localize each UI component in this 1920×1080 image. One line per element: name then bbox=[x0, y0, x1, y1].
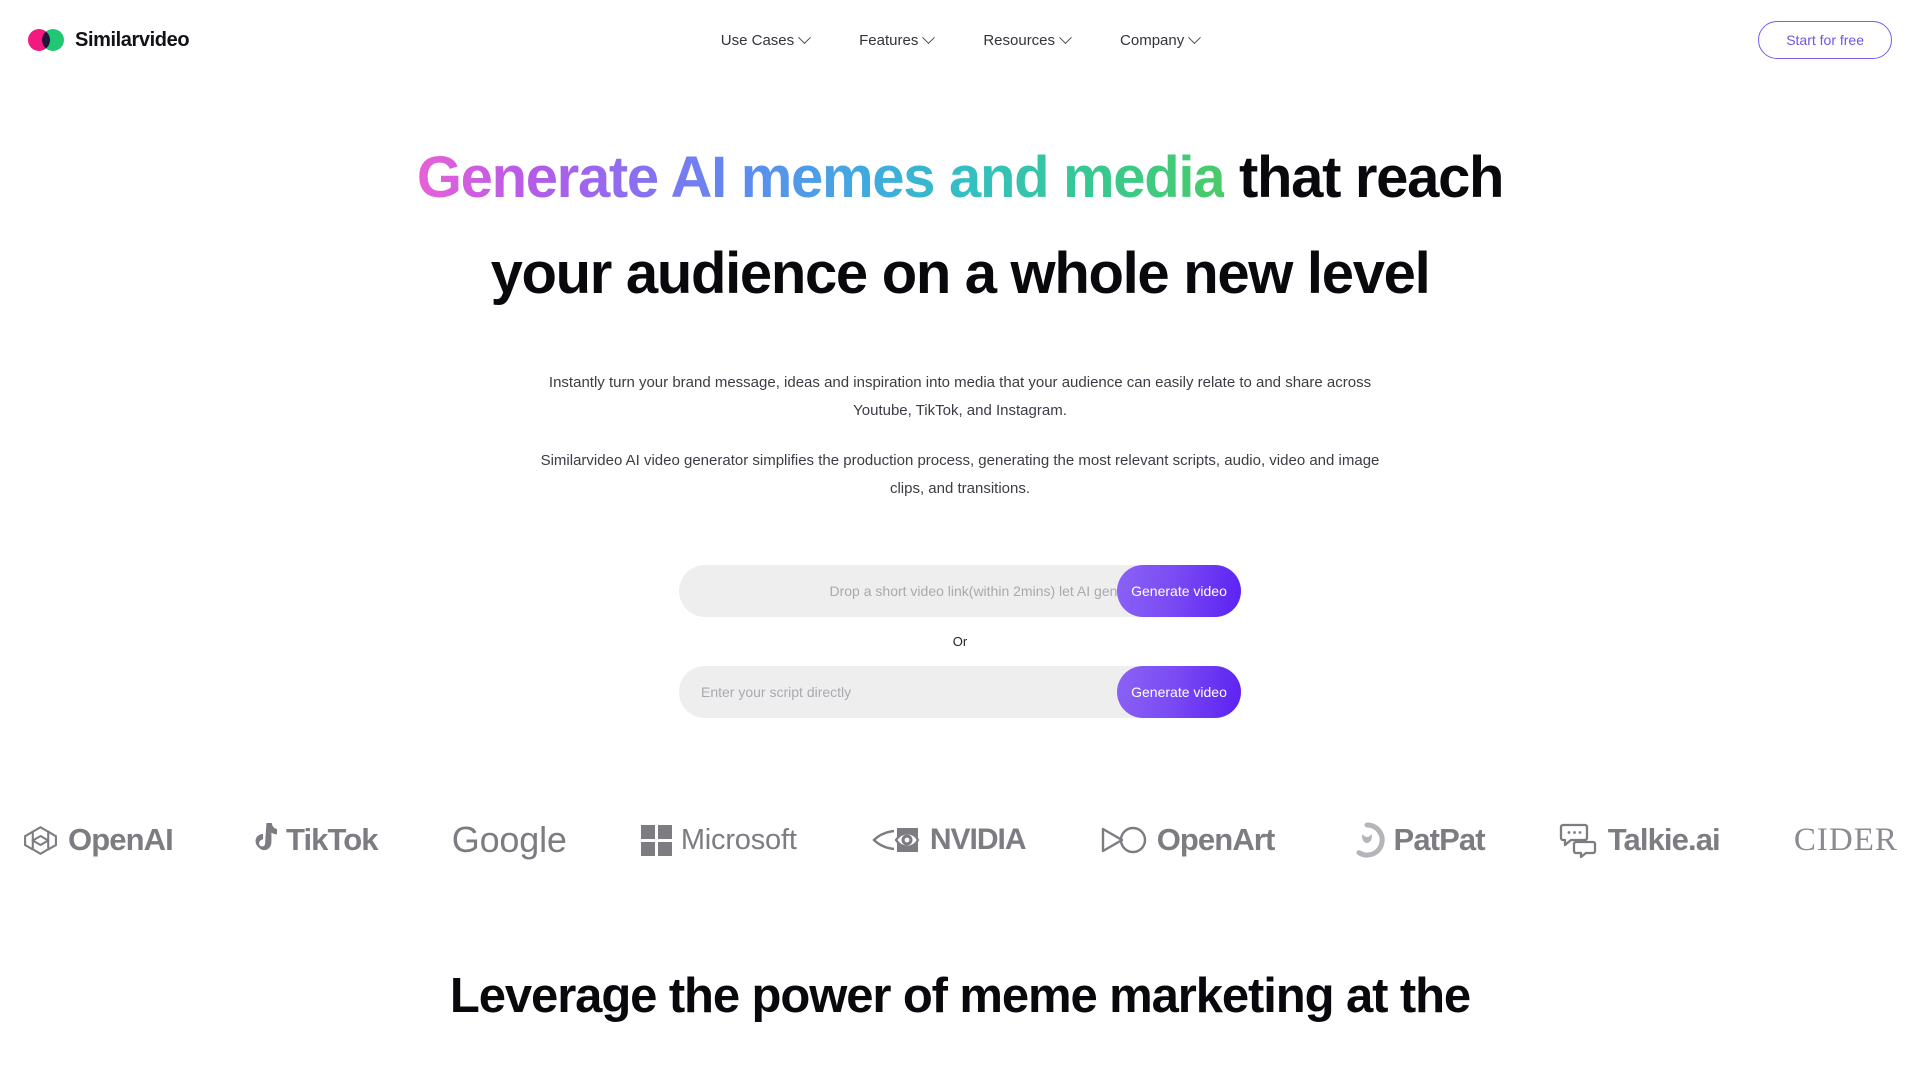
logo-openart: OpenArt bbox=[1100, 822, 1275, 858]
brand-logo[interactable]: Similarvideo bbox=[28, 28, 190, 52]
openai-icon bbox=[24, 825, 57, 855]
logo-label: TikTok bbox=[285, 822, 379, 857]
nav-item-use-cases[interactable]: Use Cases bbox=[720, 30, 811, 49]
page-root: Similarvideo Use Cases Features Resource… bbox=[0, 0, 1920, 1080]
generate-video-button-from-script[interactable]: Generate video bbox=[1117, 666, 1241, 718]
microsoft-icon bbox=[640, 824, 672, 856]
similarvideo-logo-icon bbox=[28, 29, 64, 51]
logo-cider: CIDER bbox=[1794, 822, 1898, 859]
chevron-down-icon bbox=[798, 30, 811, 44]
logo-label: NVIDIA bbox=[929, 823, 1027, 856]
nav-item-label: Features bbox=[859, 31, 919, 49]
logo-patpat: PatPat bbox=[1349, 822, 1486, 858]
hero-headline-gradient: Generate AI memes and media bbox=[416, 145, 1226, 210]
logo-label: OpenAI bbox=[68, 822, 174, 857]
chevron-down-icon bbox=[1059, 30, 1072, 44]
logo-tiktok: TikTok bbox=[247, 822, 379, 858]
form-divider-label: Or bbox=[952, 634, 968, 649]
hero-headline: Generate AI memes and media that reach y… bbox=[400, 130, 1520, 322]
site-header: Similarvideo Use Cases Features Resource… bbox=[0, 0, 1920, 80]
logo-openai: OpenAI bbox=[22, 822, 174, 859]
nav-item-resources[interactable]: Resources bbox=[983, 30, 1072, 49]
script-field-row: Generate video bbox=[679, 666, 1241, 718]
meme-marketing-section: Leverage the power of meme marketing at … bbox=[0, 965, 1920, 1027]
chevron-down-icon bbox=[1188, 30, 1202, 44]
logo-nvidia: NVIDIA bbox=[871, 823, 1027, 857]
hero-paragraph-2: Similarvideo AI video generator simplifi… bbox=[540, 452, 1380, 497]
video-link-field-row: Generate video bbox=[679, 565, 1241, 617]
brand-name: Similarvideo bbox=[75, 28, 190, 51]
main-nav: Use Cases Features Resources Company bbox=[720, 30, 1202, 49]
nvidia-icon bbox=[872, 828, 920, 852]
hero-section: Generate AI memes and media that reach y… bbox=[0, 130, 1920, 718]
openart-icon bbox=[1101, 826, 1146, 854]
section-two-title: Leverage the power of meme marketing at … bbox=[449, 969, 1471, 1023]
nav-item-label: Company bbox=[1120, 31, 1185, 49]
video-generator-form: Generate video Or Generate video bbox=[679, 565, 1241, 718]
start-for-free-button[interactable]: Start for free bbox=[1758, 21, 1892, 59]
talkie-icon bbox=[1559, 823, 1596, 858]
logo-label: Google bbox=[451, 819, 567, 860]
tiktok-icon bbox=[255, 823, 277, 851]
nav-item-label: Use Cases bbox=[720, 31, 795, 49]
partner-logo-strip: OpenAI TikTok Google Microsoft NVIDIA Op… bbox=[0, 805, 1920, 875]
logo-google: Google bbox=[452, 819, 567, 861]
logo-talkie: Talkie.ai bbox=[1559, 822, 1721, 859]
nav-item-label: Resources bbox=[983, 31, 1056, 49]
chevron-down-icon bbox=[922, 30, 936, 44]
nav-item-features[interactable]: Features bbox=[859, 30, 936, 49]
nav-item-company[interactable]: Company bbox=[1120, 30, 1202, 49]
generate-video-button-from-link[interactable]: Generate video bbox=[1117, 565, 1241, 617]
logo-label: CIDER bbox=[1793, 821, 1898, 858]
patpat-icon bbox=[1356, 822, 1385, 858]
logo-microsoft: Microsoft bbox=[640, 823, 797, 857]
logo-label: PatPat bbox=[1393, 822, 1486, 857]
logo-label: Microsoft bbox=[680, 823, 797, 856]
hero-paragraph-1: Instantly turn your brand message, ideas… bbox=[548, 374, 1372, 419]
logo-label: OpenArt bbox=[1156, 822, 1276, 857]
logo-label: Talkie.ai bbox=[1607, 822, 1721, 857]
